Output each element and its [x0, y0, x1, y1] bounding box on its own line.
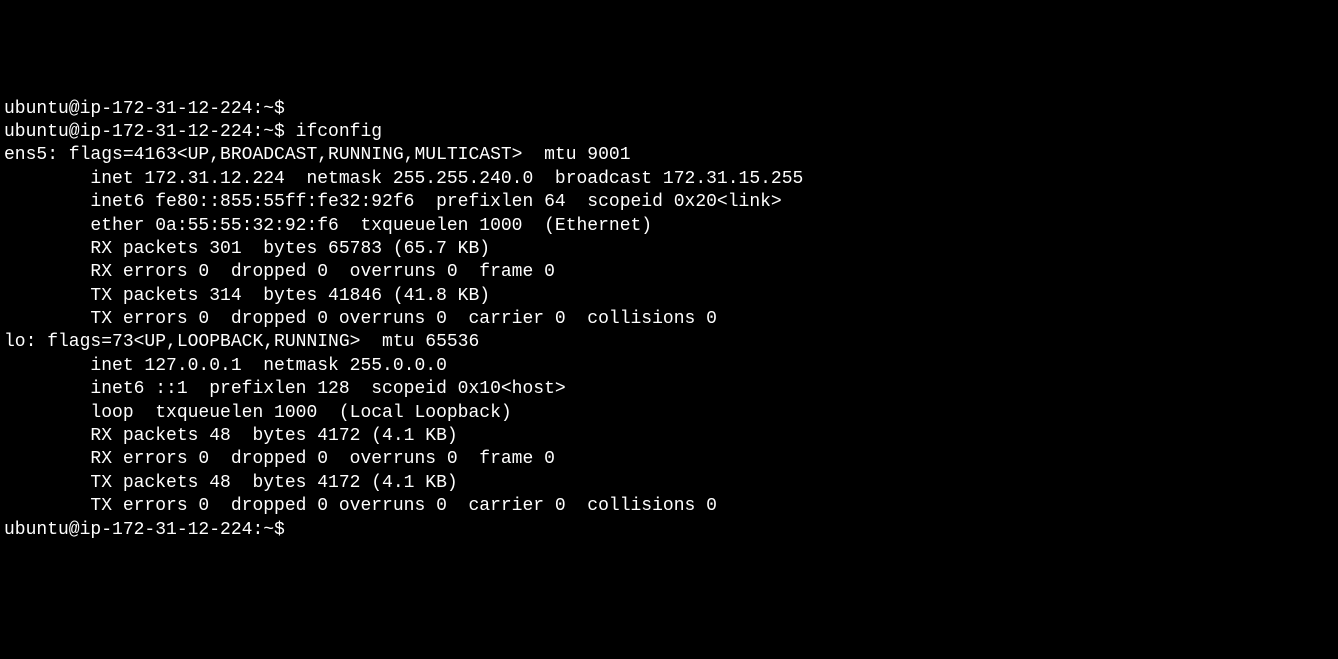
terminal-line: TX errors 0 dropped 0 overruns 0 carrier… [4, 495, 1334, 518]
terminal-line: lo: flags=73<UP,LOOPBACK,RUNNING> mtu 65… [4, 331, 1334, 354]
terminal-line: TX packets 48 bytes 4172 (4.1 KB) [4, 472, 1334, 495]
terminal-line: inet 127.0.0.1 netmask 255.0.0.0 [4, 355, 1334, 378]
terminal-line: ether 0a:55:55:32:92:f6 txqueuelen 1000 … [4, 215, 1334, 238]
terminal-output[interactable]: ubuntu@ip-172-31-12-224:~$ubuntu@ip-172-… [4, 98, 1334, 542]
terminal-line: RX packets 48 bytes 4172 (4.1 KB) [4, 425, 1334, 448]
terminal-line: ens5: flags=4163<UP,BROADCAST,RUNNING,MU… [4, 144, 1334, 167]
terminal-line: ubuntu@ip-172-31-12-224:~$ [4, 98, 1334, 121]
terminal-line: inet6 fe80::855:55ff:fe32:92f6 prefixlen… [4, 191, 1334, 214]
terminal-line: TX packets 314 bytes 41846 (41.8 KB) [4, 285, 1334, 308]
terminal-line: inet 172.31.12.224 netmask 255.255.240.0… [4, 168, 1334, 191]
terminal-line: loop txqueuelen 1000 (Local Loopback) [4, 402, 1334, 425]
terminal-line: RX errors 0 dropped 0 overruns 0 frame 0 [4, 448, 1334, 471]
terminal-line: RX packets 301 bytes 65783 (65.7 KB) [4, 238, 1334, 261]
terminal-line: RX errors 0 dropped 0 overruns 0 frame 0 [4, 261, 1334, 284]
terminal-line: inet6 ::1 prefixlen 128 scopeid 0x10<hos… [4, 378, 1334, 401]
terminal-line: TX errors 0 dropped 0 overruns 0 carrier… [4, 308, 1334, 331]
terminal-prompt[interactable]: ubuntu@ip-172-31-12-224:~$ [4, 519, 1334, 542]
terminal-line: ubuntu@ip-172-31-12-224:~$ ifconfig [4, 121, 1334, 144]
